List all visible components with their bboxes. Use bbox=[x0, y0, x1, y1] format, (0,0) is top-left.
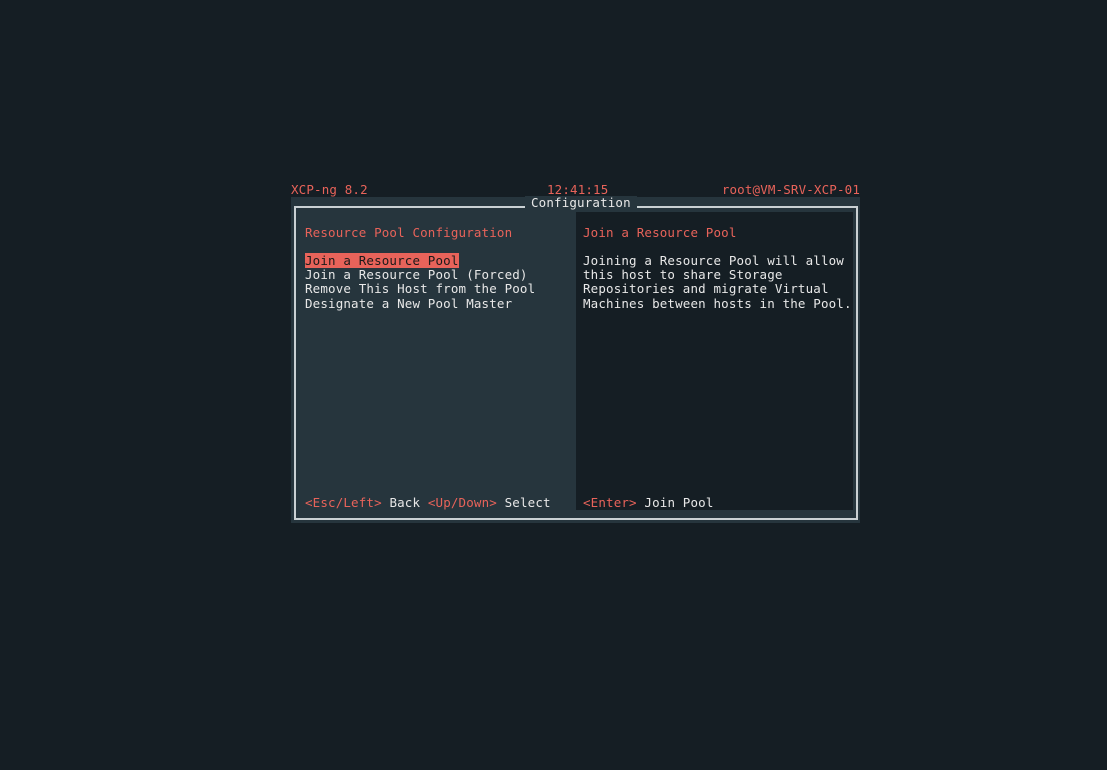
description-line: this host to share Storage bbox=[583, 267, 783, 283]
menu-item-join-pool[interactable]: Join a Resource Pool bbox=[305, 253, 535, 268]
key-up-down[interactable]: <Up/Down> bbox=[428, 495, 497, 510]
product-version: XCP-ng 8.2 bbox=[291, 182, 368, 197]
action-back: Back bbox=[389, 495, 421, 510]
action-select: Select bbox=[504, 495, 551, 510]
right-footer-hints: <Enter> Join Pool bbox=[583, 495, 714, 510]
left-pane-title: Resource Pool Configuration bbox=[305, 225, 513, 240]
pool-menu: Join a Resource Pool Join a Resource Poo… bbox=[305, 253, 535, 311]
description-line: Joining a Resource Pool will allow bbox=[583, 253, 844, 268]
menu-item-join-pool-forced[interactable]: Join a Resource Pool (Forced) bbox=[305, 268, 535, 282]
user-host: root@VM-SRV-XCP-01 bbox=[721, 182, 860, 197]
dialog-title: Configuration bbox=[525, 195, 637, 211]
description-line: Machines between hosts in the Pool. bbox=[583, 295, 852, 311]
action-join-pool: Join Pool bbox=[644, 495, 714, 510]
left-footer-hints: <Esc/Left> Back <Up/Down> Select bbox=[305, 495, 551, 510]
menu-item-remove-host[interactable]: Remove This Host from the Pool bbox=[305, 282, 535, 296]
description-text: Joining a Resource Pool will allow this … bbox=[583, 253, 852, 311]
key-esc-left[interactable]: <Esc/Left> bbox=[305, 495, 382, 510]
key-enter[interactable]: <Enter> bbox=[583, 495, 637, 510]
menu-item-designate-master[interactable]: Designate a New Pool Master bbox=[305, 296, 535, 311]
right-pane-title: Join a Resource Pool bbox=[583, 225, 737, 240]
description-line: Repositories and migrate Virtual bbox=[583, 281, 829, 297]
